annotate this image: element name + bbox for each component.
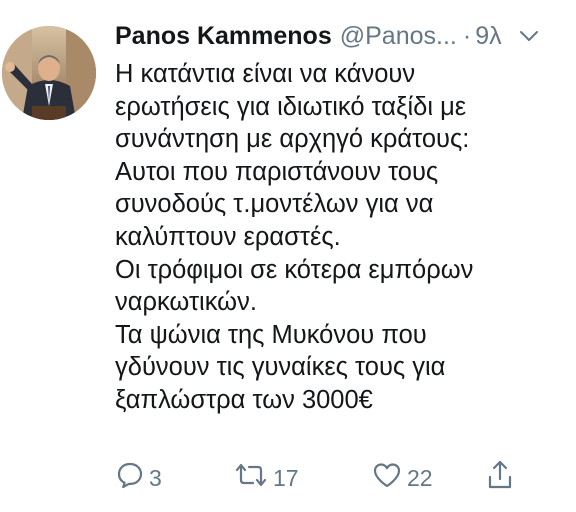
reply-button[interactable]: 3 [115,456,162,500]
chevron-down-icon[interactable] [518,25,540,47]
tweet-text-line: καλύπτουν εραστές. [115,222,341,251]
tweet-text-line: Η κατάντια είναι να κάνουν [115,60,416,88]
reply-count: 3 [149,464,162,491]
like-button[interactable]: 22 [371,456,433,500]
avatar[interactable] [2,26,96,120]
tweet-text: Η κατάντια είναι να κάνουν ερωτήσεις για… [115,58,570,417]
tweet-text-line: ερωτήσεις για ιδιωτικό ταξίδι με [115,92,467,121]
tweet-text-line: ξαπλώστρα των 3000€ [115,385,373,414]
tweet-text-line: Τα ψώνια της Μυκόνου που [115,320,427,349]
heart-icon [371,460,403,496]
tweet-text-line: Αυτοι που παριστάνουν τους [115,157,439,186]
like-count: 22 [407,464,433,491]
author-name[interactable]: Panos Kammenos [115,22,332,51]
tweet-text-line: συνάντηση με αρχηγό κράτους: [115,125,470,154]
tweet-text-line: ναρκωτικών. [115,288,257,317]
reply-icon [115,460,145,496]
timestamp[interactable]: 9λ [475,22,501,51]
action-bar: 3 17 22 [115,456,535,500]
tweet-header: Panos Kammenos @Panos... · 9λ [115,18,570,54]
retweet-count: 17 [273,464,299,491]
tweet-card[interactable]: Panos Kammenos @Panos... · 9λ Η κατάντια… [0,0,576,512]
retweet-button[interactable]: 17 [233,456,299,500]
separator-dot: · [462,21,472,50]
tweet-text-line: γδύνουν τις γυναίκες τους για [115,353,446,382]
author-handle[interactable]: @Panos... [340,22,457,51]
tweet-text-line: Οι τρόφιμοι σε κότερα εμπόρων [115,255,474,284]
retweet-icon [233,460,269,496]
tweet-text-line: συνοδούς τ.μοντέλων για να [115,190,434,219]
share-icon [485,459,515,497]
avatar-photo [2,26,96,120]
share-button[interactable] [485,456,515,500]
